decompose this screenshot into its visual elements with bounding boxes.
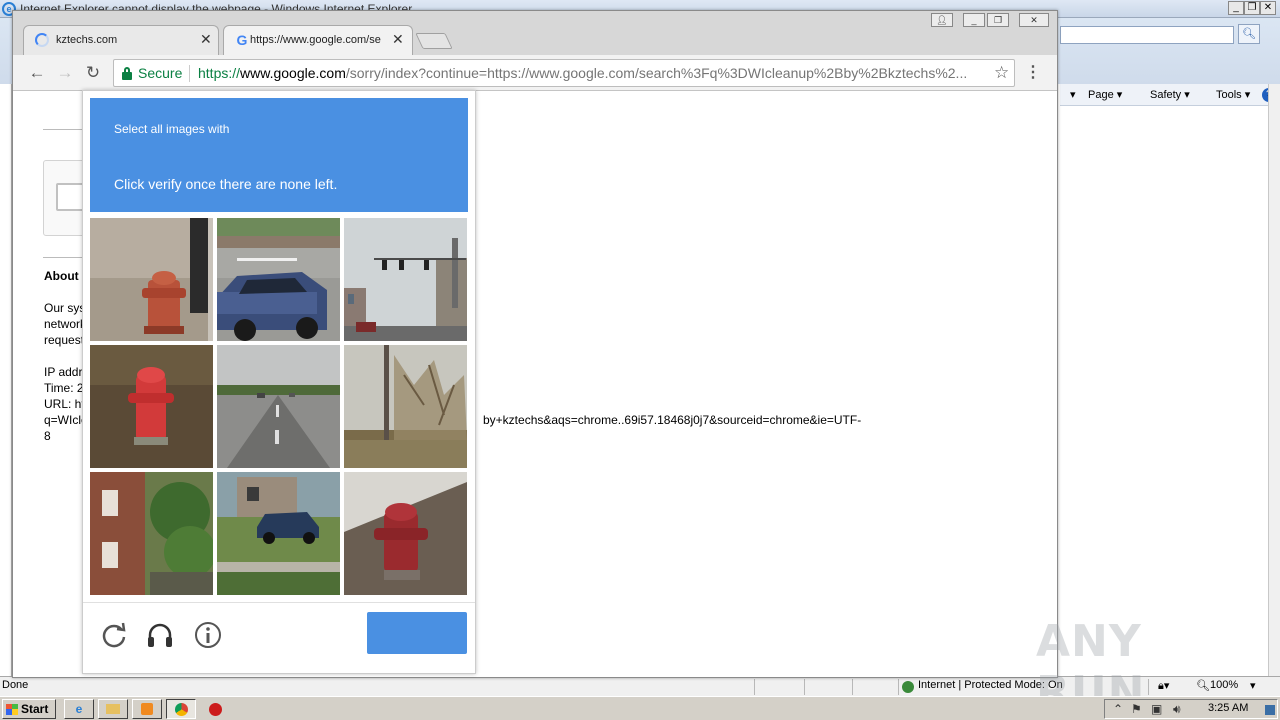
secure-label[interactable]: Secure xyxy=(138,65,182,81)
tab-close-icon[interactable]: ✕ xyxy=(200,31,212,48)
ie-minimize-button[interactable]: _ xyxy=(1228,1,1244,15)
tab-title: https://www.google.com/se xyxy=(250,34,381,46)
explorer-folder-icon[interactable] xyxy=(98,699,128,719)
challenge-footer xyxy=(83,602,475,674)
ie-command-bar: ▾ Page ▾ Safety ▾ Tools ▾ ? xyxy=(1060,84,1280,106)
ie-left-strip xyxy=(0,84,12,680)
profile-icon[interactable]: 👤︎ xyxy=(931,13,953,27)
search-icon: 🔍︎ xyxy=(1242,28,1256,40)
tab-close-icon[interactable]: ✕ xyxy=(392,31,404,48)
clock[interactable]: 3:25 AM xyxy=(1208,702,1248,714)
chrome-menu-icon[interactable]: ⋮ xyxy=(1025,63,1041,83)
chrome-minimize-button[interactable]: _ xyxy=(963,13,985,27)
start-button[interactable]: Start xyxy=(2,699,56,719)
forward-button[interactable]: → xyxy=(54,62,76,84)
tab-title: kztechs.com xyxy=(56,34,118,46)
url-host: www.google.com xyxy=(240,65,346,81)
ie-safety-menu[interactable]: Safety ▾ xyxy=(1150,88,1190,101)
image-tile[interactable] xyxy=(344,472,467,595)
taskbar: Start e ⌃ ⚑ ▣ 🔊︎ 3:25 AM xyxy=(0,696,1280,720)
ie-scrollbar[interactable] xyxy=(1268,84,1280,680)
tray-expand-icon[interactable]: ⌃ xyxy=(1113,702,1123,716)
image-tile[interactable] xyxy=(344,345,467,468)
new-tab-button[interactable] xyxy=(415,33,453,49)
ie-restore-button[interactable]: ❐ xyxy=(1244,1,1260,15)
url-path: /sorry/index?continue=https://www.google… xyxy=(345,65,968,81)
info-icon[interactable] xyxy=(193,620,223,650)
ie-page-menu[interactable]: Page ▾ xyxy=(1088,88,1122,101)
recaptcha-checkbox[interactable] xyxy=(56,183,84,211)
ie-status-text: Done xyxy=(2,679,29,691)
challenge-subinstruction: Click verify once there are none left. xyxy=(114,176,338,192)
loading-spinner-icon xyxy=(35,33,49,47)
recaptcha-challenge: Select all images with Click verify once… xyxy=(82,90,476,674)
chrome-restore-button[interactable]: ❐ xyxy=(987,13,1009,27)
globe-icon xyxy=(902,681,914,693)
chrome-window-controls: 👤︎ _ ❐ ✕ xyxy=(931,13,1055,29)
url-wrap-end: 8 xyxy=(44,429,51,443)
ie-search-button[interactable]: 🔍︎ xyxy=(1238,24,1260,44)
challenge-instruction: Select all images with xyxy=(114,122,230,136)
image-grid xyxy=(90,218,468,596)
bookmark-star-icon[interactable]: ☆ xyxy=(994,63,1009,83)
status-divider xyxy=(754,679,755,695)
ie-close-button[interactable]: ✕ xyxy=(1260,1,1276,15)
reload-button[interactable]: ↻ xyxy=(82,62,104,84)
ie-hidden-cmd[interactable]: ▾ xyxy=(1070,88,1076,101)
action-center-flag-icon[interactable]: ⚑ xyxy=(1131,702,1142,716)
volume-icon[interactable]: 🔊︎ xyxy=(1173,702,1181,716)
anyrun-watermark: ANY RUN xyxy=(1036,606,1236,718)
image-tile[interactable] xyxy=(90,472,213,595)
image-tile[interactable] xyxy=(217,218,340,341)
lock-icon xyxy=(122,67,132,80)
ie-tools-menu[interactable]: Tools ▾ xyxy=(1216,88,1250,101)
network-icon[interactable]: ▣ xyxy=(1151,702,1162,716)
image-tile[interactable] xyxy=(217,345,340,468)
url-wrap-rest: by+kztechs&aqs=chrome..69i57.18468j0j7&s… xyxy=(483,413,862,427)
omnibox-divider xyxy=(189,65,190,82)
url-text[interactable]: https://www.google.com/sorry/index?conti… xyxy=(198,65,998,81)
status-divider xyxy=(804,679,805,695)
status-divider xyxy=(898,679,899,695)
media-player-icon[interactable] xyxy=(132,699,162,719)
chrome-taskbar-icon[interactable] xyxy=(166,699,196,719)
challenge-header: Select all images with Click verify once… xyxy=(90,98,468,212)
show-desktop-icon[interactable] xyxy=(1265,705,1275,715)
image-tile[interactable] xyxy=(90,218,213,341)
image-tile[interactable] xyxy=(90,345,213,468)
tab-strip: kztechs.com ✕ G https://www.google.com/s… xyxy=(13,11,1057,55)
zoom-dropdown-icon[interactable]: ▾ xyxy=(1250,679,1256,692)
address-bar[interactable]: Secure https://www.google.com/sorry/inde… xyxy=(113,59,1015,87)
ie-taskbar-icon[interactable]: e xyxy=(64,699,94,719)
headphones-icon[interactable] xyxy=(145,620,175,650)
google-icon: G xyxy=(236,32,248,48)
tab-kztechs[interactable]: kztechs.com ✕ xyxy=(23,25,219,55)
verify-button[interactable] xyxy=(367,612,467,654)
system-tray: ⌃ ⚑ ▣ 🔊︎ xyxy=(1104,699,1278,719)
image-tile[interactable] xyxy=(344,218,467,341)
status-divider xyxy=(852,679,853,695)
chrome-toolbar: ← → ↻ Secure https://www.google.com/sorr… xyxy=(13,55,1057,91)
url-scheme: https:// xyxy=(198,65,241,81)
back-button[interactable]: ← xyxy=(26,62,48,84)
start-label: Start xyxy=(21,702,49,716)
windows-logo-icon xyxy=(6,704,18,715)
reload-challenge-icon[interactable] xyxy=(99,620,129,650)
ie-search-input[interactable] xyxy=(1060,26,1234,44)
image-tile[interactable] xyxy=(217,472,340,595)
tab-google-sorry[interactable]: G https://www.google.com/se ✕ xyxy=(223,25,413,55)
chrome-close-button[interactable]: ✕ xyxy=(1019,13,1049,27)
opera-icon[interactable] xyxy=(200,699,230,719)
